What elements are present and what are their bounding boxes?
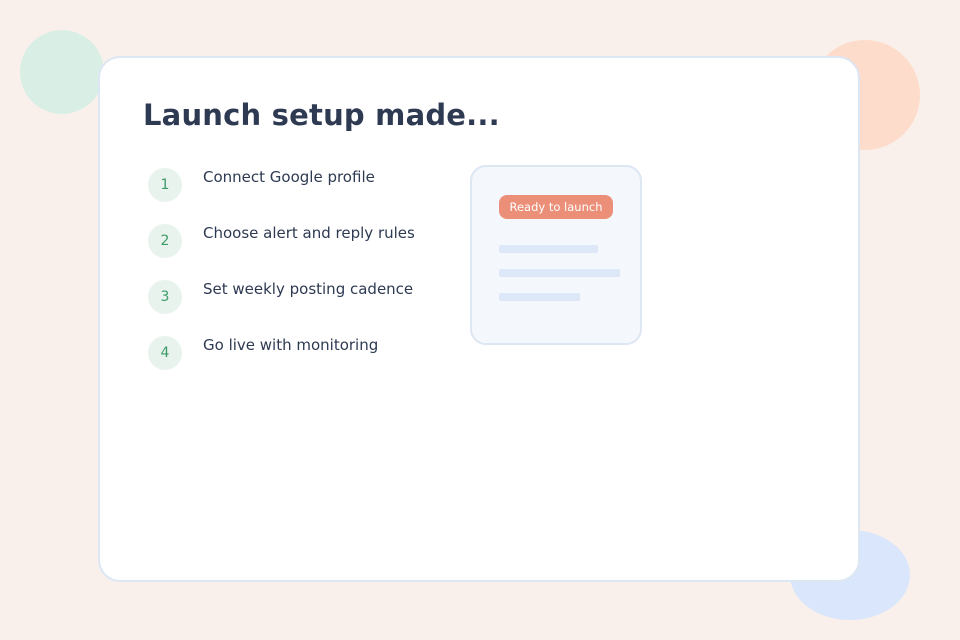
decorative-mint-circle <box>20 30 104 114</box>
launch-setup-card: Launch setup made... 1 Connect Google pr… <box>98 56 860 582</box>
step-number-badge: 3 <box>148 280 182 314</box>
ready-status-badge: Ready to launch <box>499 195 613 219</box>
placeholder-text-line <box>499 269 620 277</box>
step-number-badge: 1 <box>148 168 182 202</box>
launch-preview-card: Ready to launch <box>470 165 642 345</box>
step-number-badge: 4 <box>148 336 182 370</box>
step-label: Choose alert and reply rules <box>203 224 415 242</box>
step-label: Set weekly posting cadence <box>203 280 414 298</box>
placeholder-text-line <box>499 245 598 253</box>
placeholder-text-line <box>499 293 580 301</box>
page-title: Launch setup made... <box>143 98 500 132</box>
step-label: Go live with monitoring <box>203 336 379 354</box>
page: Launch setup made... 1 Connect Google pr… <box>0 0 960 640</box>
step-number-badge: 2 <box>148 224 182 258</box>
step-label: Connect Google profile <box>203 168 375 186</box>
